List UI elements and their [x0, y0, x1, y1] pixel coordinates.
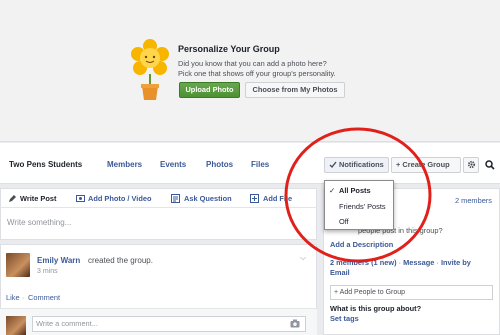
- nav-photos[interactable]: Photos: [206, 160, 233, 169]
- comment-link[interactable]: Comment: [28, 293, 60, 302]
- cover-description-line2: Pick one that shows off your group's per…: [178, 69, 336, 78]
- nav-members[interactable]: Members: [107, 160, 142, 169]
- invite-by-link[interactable]: Invite by: [441, 258, 471, 267]
- cover-title: Personalize Your Group: [178, 44, 280, 54]
- camera-icon[interactable]: [290, 319, 300, 328]
- file-icon: [250, 194, 259, 203]
- comment-input[interactable]: Write a comment...: [32, 316, 306, 332]
- composer-input[interactable]: Write something...: [7, 218, 71, 227]
- members-count[interactable]: 2 members: [455, 196, 492, 205]
- tab-write-post[interactable]: Write Post: [20, 194, 56, 203]
- set-tags-link[interactable]: Set tags: [330, 314, 359, 323]
- question-icon: [171, 194, 180, 203]
- photo-icon: [76, 195, 85, 202]
- about-question: What is this group about?: [330, 304, 422, 313]
- search-icon[interactable]: [485, 160, 495, 170]
- tab-ask-question[interactable]: Ask Question: [184, 194, 232, 203]
- separator: ·: [22, 293, 25, 302]
- tab-add-photo-video[interactable]: Add Photo / Video: [88, 194, 152, 203]
- post-author[interactable]: Emily Warn: [37, 256, 80, 265]
- cover-description-line1: Did you know that you can add a photo he…: [178, 59, 327, 68]
- flower-pot-illustration: [131, 39, 169, 100]
- post-action-text: created the group.: [88, 256, 153, 265]
- commenter-avatar: [6, 316, 26, 335]
- nav-events[interactable]: Events: [160, 160, 186, 169]
- choose-from-photos-button[interactable]: Choose from My Photos: [245, 82, 345, 98]
- nav-files[interactable]: Files: [251, 160, 269, 169]
- settings-button[interactable]: [463, 157, 479, 173]
- author-avatar[interactable]: [6, 253, 30, 277]
- red-highlight-circle: [284, 127, 432, 263]
- post-timestamp[interactable]: 3 mins: [37, 268, 58, 275]
- upload-photo-button[interactable]: Upload Photo: [179, 82, 240, 98]
- gear-icon: [467, 160, 476, 169]
- like-link[interactable]: Like: [6, 293, 20, 302]
- pencil-icon: [9, 195, 16, 202]
- add-people-input[interactable]: + Add People to Group: [330, 285, 493, 300]
- invite-email-link[interactable]: Email: [330, 268, 350, 277]
- group-name[interactable]: Two Pens Students: [9, 160, 82, 169]
